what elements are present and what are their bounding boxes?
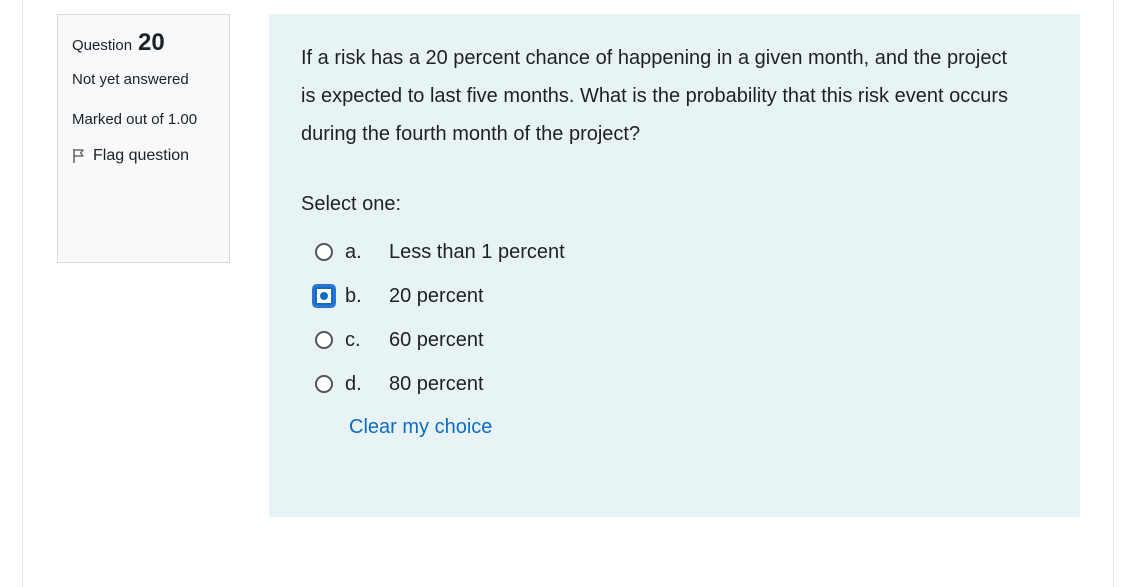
- question-state: Not yet answered: [72, 71, 189, 88]
- radio-button[interactable]: [315, 375, 333, 393]
- question-text: If a risk has a 20 percent chance of hap…: [301, 47, 1008, 145]
- answer-option-c[interactable]: c. 60 percent: [315, 318, 1048, 362]
- radio-button[interactable]: [315, 243, 333, 261]
- clear-choice-link[interactable]: Clear my choice: [349, 416, 492, 439]
- question-number: 20: [138, 29, 165, 56]
- question-number-row: Question 20: [72, 29, 217, 57]
- answer-text: 80 percent: [389, 372, 484, 395]
- flag-icon: [73, 149, 84, 163]
- answer-text: Less than 1 percent: [389, 240, 565, 263]
- answer-option-b[interactable]: b. 20 percent: [315, 274, 1048, 318]
- answer-list: a. Less than 1 percent b. 20 percent c. …: [315, 230, 1048, 406]
- answer-text: 60 percent: [389, 328, 484, 351]
- answer-letter: d.: [345, 372, 362, 395]
- answer-letter: b.: [345, 284, 362, 307]
- flag-question-link[interactable]: Flag question: [72, 147, 217, 165]
- question-content: If a risk has a 20 percent chance of hap…: [269, 14, 1080, 517]
- answer-option-d[interactable]: d. 80 percent: [315, 362, 1048, 406]
- question-grade: Marked out of 1.00: [72, 111, 198, 128]
- question-info-panel: Question 20 Not yet answered Marked out …: [57, 14, 230, 263]
- answer-letter: c.: [345, 328, 361, 351]
- radio-button-selected[interactable]: [315, 287, 333, 305]
- question-label: Question: [72, 37, 133, 54]
- answer-letter: a.: [345, 240, 362, 263]
- answer-option-a[interactable]: a. Less than 1 percent: [315, 230, 1048, 274]
- radio-button[interactable]: [315, 331, 333, 349]
- select-prompt: Select one:: [301, 193, 402, 215]
- answer-text: 20 percent: [389, 284, 484, 307]
- flag-question-label: Flag question: [93, 147, 190, 164]
